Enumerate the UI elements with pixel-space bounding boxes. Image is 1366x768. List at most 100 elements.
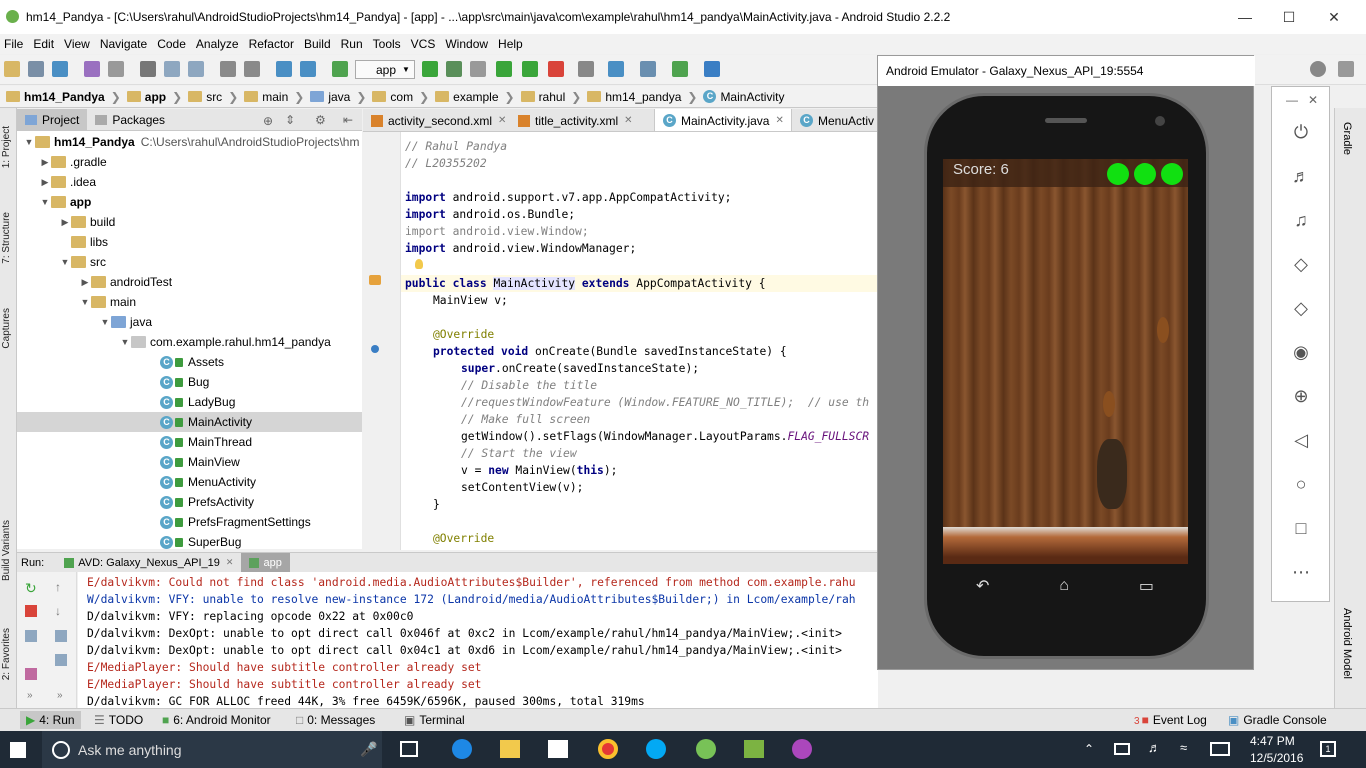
project-structure-icon[interactable]: [640, 61, 656, 77]
menu-tools[interactable]: Tools: [373, 37, 401, 51]
rotate-right-icon[interactable]: ◇: [1288, 295, 1314, 321]
breadcrumb-item[interactable]: app ❯: [126, 90, 182, 104]
battery-icon[interactable]: [1114, 743, 1130, 755]
game-screen[interactable]: Score: 6: [943, 159, 1188, 564]
code-editor[interactable]: // Rahul Pandya // L20355202 import andr…: [401, 132, 878, 550]
rerun-icon[interactable]: ↻: [25, 580, 37, 597]
restore-layout-icon[interactable]: [25, 630, 37, 642]
down-arrow-icon[interactable]: ↓: [55, 604, 61, 618]
skype-icon[interactable]: [646, 739, 666, 759]
tree-item-java[interactable]: ▼ java: [17, 312, 362, 332]
camera-icon[interactable]: ◉: [1288, 339, 1314, 365]
up-arrow-icon[interactable]: ↑: [55, 580, 61, 594]
target-icon[interactable]: ⊕: [263, 114, 273, 128]
tab-messages-tool[interactable]: □ 0: Messages: [296, 713, 375, 727]
scorpion-sprite[interactable]: [1097, 439, 1127, 509]
rotate-left-icon[interactable]: ◇: [1288, 251, 1314, 277]
notification-icon[interactable]: 1: [1320, 741, 1336, 757]
volume-up-icon[interactable]: ♬: [1288, 163, 1314, 189]
tab-title-activity-xml[interactable]: title_activity.xml ✕: [510, 109, 654, 131]
lightbulb-icon[interactable]: [415, 259, 423, 269]
find-icon[interactable]: [220, 61, 236, 77]
close-button[interactable]: ✕: [1311, 0, 1357, 34]
wifi-icon[interactable]: ≈: [1180, 740, 1187, 755]
open-folder-icon[interactable]: [4, 61, 20, 77]
stop-icon[interactable]: [548, 61, 564, 77]
windows-start-icon[interactable]: [10, 742, 26, 758]
redo-icon[interactable]: [108, 61, 124, 77]
search-everywhere-icon[interactable]: [1310, 61, 1326, 77]
maximize-button[interactable]: ☐: [1266, 0, 1312, 34]
sync-icon[interactable]: [52, 61, 68, 77]
volume-icon[interactable]: ♬: [1148, 740, 1161, 755]
close-tab-icon[interactable]: ✕: [226, 557, 234, 568]
menu-edit[interactable]: Edit: [33, 37, 54, 51]
tree-item-gradle[interactable]: ▶ .gradle: [17, 152, 362, 172]
back-icon[interactable]: [276, 61, 292, 77]
chevron-up-icon[interactable]: ⌃: [1084, 742, 1094, 756]
close-tab-icon[interactable]: ✕: [498, 115, 506, 126]
menu-refactor[interactable]: Refactor: [249, 37, 294, 51]
avd-manager-icon[interactable]: [578, 61, 594, 77]
collapse-all-icon[interactable]: ⇕: [285, 113, 295, 127]
tab-android-model-tool[interactable]: Android Model: [1341, 608, 1353, 679]
paste-icon[interactable]: [188, 61, 204, 77]
tree-item-libs[interactable]: libs: [17, 232, 362, 252]
cockroach-sprite[interactable]: [1157, 317, 1169, 343]
debug-icon[interactable]: [446, 61, 462, 77]
back-icon[interactable]: ◁: [1288, 427, 1314, 453]
close-emulator-icon[interactable]: ✕: [1308, 93, 1318, 107]
cut-icon[interactable]: [140, 61, 156, 77]
tab-run-tool[interactable]: ▶ 4: Run: [20, 711, 81, 729]
tree-item-idea[interactable]: ▶ .idea: [17, 172, 362, 192]
volume-down-icon[interactable]: ♫: [1288, 207, 1314, 233]
tree-item-class[interactable]: C MainThread: [17, 432, 362, 452]
tree-item-class[interactable]: C LadyBug: [17, 392, 362, 412]
menu-build[interactable]: Build: [304, 37, 331, 51]
run-console[interactable]: E/dalvikvm: Could not find class 'androi…: [78, 572, 878, 708]
stop-icon[interactable]: [25, 605, 37, 617]
menu-view[interactable]: View: [64, 37, 90, 51]
breadcrumb-item[interactable]: hm14_pandya ❯: [587, 90, 697, 104]
file-explorer-icon[interactable]: [500, 740, 520, 758]
tab-captures-tool[interactable]: Captures: [1, 308, 12, 349]
keyboard-icon[interactable]: [1210, 742, 1230, 756]
tab-run-app[interactable]: app: [241, 553, 290, 572]
tab-gradle-tool[interactable]: Gradle: [1341, 122, 1353, 155]
breadcrumb-item[interactable]: C MainActivity: [703, 90, 784, 104]
breadcrumb-item[interactable]: rahul ❯: [520, 90, 581, 104]
soft-wrap-icon[interactable]: [55, 630, 67, 642]
overview-icon[interactable]: □: [1288, 515, 1314, 541]
run-config-select[interactable]: app ▼: [355, 60, 415, 79]
breadcrumb-item[interactable]: main ❯: [244, 90, 304, 104]
run-icon[interactable]: [422, 61, 438, 77]
sdk-manager-icon[interactable]: [672, 61, 688, 77]
tab-event-log-tool[interactable]: 3 ■ Event Log: [1134, 713, 1207, 727]
hide-panel-icon[interactable]: ⇤: [343, 113, 353, 127]
tree-item-class[interactable]: C PrefsActivity: [17, 492, 362, 512]
replace-icon[interactable]: [244, 61, 260, 77]
forward-icon[interactable]: [300, 61, 316, 77]
tab-todo-tool[interactable]: ☰ TODO: [94, 713, 143, 727]
override-gutter-icon[interactable]: [371, 345, 379, 353]
tree-item-src[interactable]: ▼ src: [17, 252, 362, 272]
save-icon[interactable]: [28, 61, 44, 77]
home-nav-icon[interactable]: ⌂: [1059, 577, 1069, 595]
breadcrumb-item[interactable]: example ❯: [435, 90, 515, 104]
clock-time[interactable]: 4:47 PM: [1250, 734, 1295, 748]
tree-item-class[interactable]: C Assets: [17, 352, 362, 372]
tree-item-build[interactable]: ▶ build: [17, 212, 362, 232]
rerun-icon[interactable]: [522, 61, 538, 77]
more-options-icon[interactable]: ⋯: [1288, 559, 1314, 585]
home-icon[interactable]: ○: [1288, 471, 1314, 497]
tree-item-class-selected[interactable]: C MainActivity: [17, 412, 362, 432]
close-tab-icon[interactable]: ✕: [775, 115, 783, 126]
power-icon[interactable]: ⏻: [1288, 119, 1314, 145]
tab-activity-second-xml[interactable]: activity_second.xml ✕: [363, 109, 510, 131]
tab-android-monitor-tool[interactable]: ■ 6: Android Monitor: [162, 713, 271, 727]
zoom-icon[interactable]: ⊕: [1288, 383, 1314, 409]
tab-gradle-console-tool[interactable]: ▣ Gradle Console: [1228, 713, 1327, 727]
tab-terminal-tool[interactable]: ▣ Terminal: [404, 713, 465, 727]
cockroach-sprite[interactable]: [1103, 391, 1115, 417]
menu-analyze[interactable]: Analyze: [196, 37, 239, 51]
